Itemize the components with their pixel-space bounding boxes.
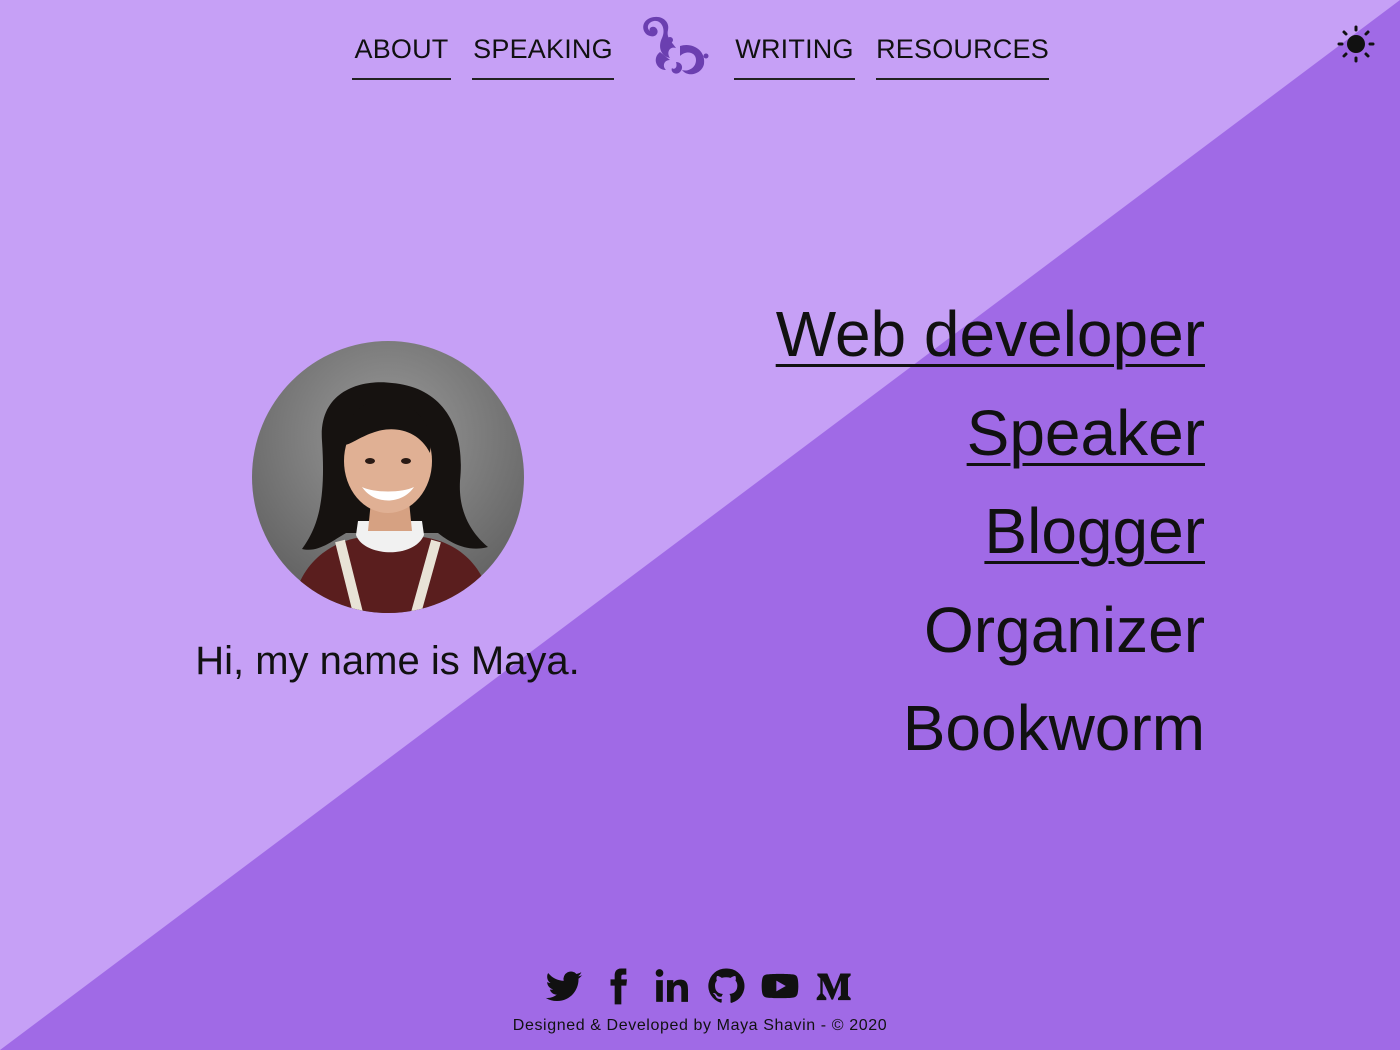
nav-link-speaking[interactable]: SPEAKING (472, 30, 614, 80)
nav-link-resources[interactable]: RESOURCES (876, 30, 1049, 80)
sun-icon[interactable] (1336, 24, 1376, 64)
social-links (540, 966, 860, 1006)
github-icon[interactable] (706, 966, 746, 1006)
role-bookworm: Bookworm (902, 692, 1205, 764)
facebook-icon[interactable] (598, 966, 638, 1006)
portfolio-page: { "theme": { "background_light": "#c6a0f… (0, 0, 1400, 1050)
role-link-web-developer[interactable]: Web developer (776, 285, 1205, 384)
profile-photo (252, 341, 524, 613)
role-organizer: Organizer (924, 593, 1205, 666)
roles-list: Web developer Speaker Blogger Organizer … (776, 285, 1205, 778)
footer-credit: Designed & Developed by Maya Shavin - © … (512, 1017, 888, 1034)
linkedin-icon[interactable] (652, 966, 692, 1006)
role-link-speaker[interactable]: Speaker (776, 384, 1205, 483)
medium-icon[interactable] (814, 966, 854, 1006)
youtube-icon[interactable] (760, 966, 800, 1006)
twitter-icon[interactable] (544, 966, 584, 1006)
nav-link-about[interactable]: ABOUT (352, 30, 451, 80)
top-navigation: ABOUT SPEAKING WRITING RESOURCES (0, 0, 1400, 100)
swirl-logo-icon[interactable] (636, 12, 714, 82)
greeting-text: Hi, my name is Maya. (195, 639, 580, 683)
nav-link-writing[interactable]: WRITING (734, 30, 855, 80)
role-link-blogger[interactable]: Blogger (776, 482, 1205, 581)
